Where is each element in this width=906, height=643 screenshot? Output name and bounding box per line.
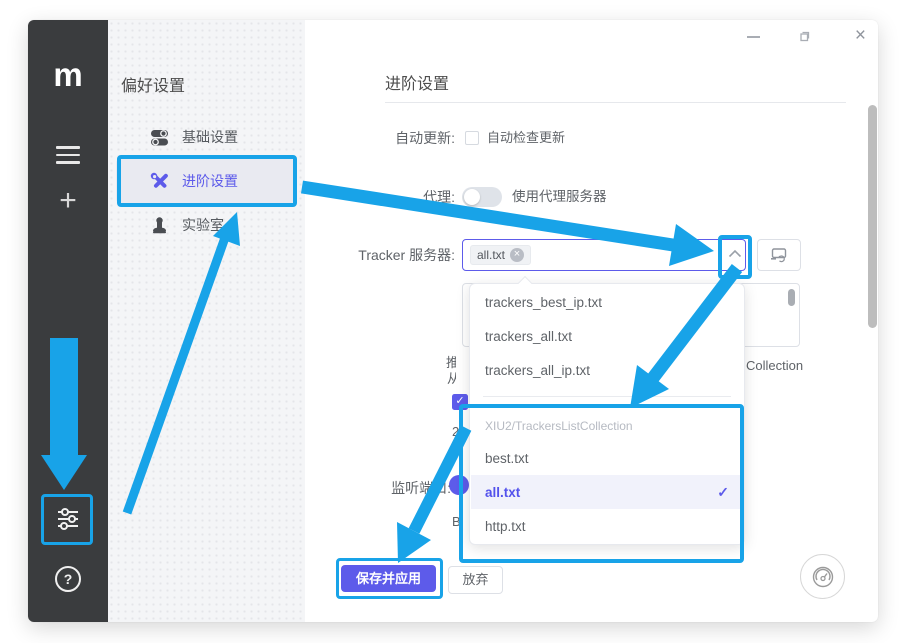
annotation-box-dropdown-group [459, 404, 744, 563]
textarea-scrollbar[interactable] [788, 289, 795, 306]
proxy-option-label: 使用代理服务器 [512, 189, 607, 205]
sidebar-item-label: 实验室 [182, 215, 224, 235]
window-controls: × [718, 20, 878, 66]
dropdown-divider [483, 396, 731, 397]
dropdown-item[interactable]: trackers_all_ip.txt [471, 353, 743, 387]
proxy-toggle[interactable] [462, 187, 502, 207]
auto-update-option-label: 自动检查更新 [487, 130, 565, 146]
stamp-icon [150, 216, 169, 235]
maximize-icon[interactable] [798, 29, 812, 43]
page-title: 进阶设置 [385, 70, 449, 94]
dropdown-item[interactable]: trackers_best_ip.txt [471, 285, 743, 319]
main-scrollbar[interactable] [868, 105, 877, 328]
tracker-label: Tracker 服务器: [305, 245, 455, 265]
speed-gauge-button[interactable] [800, 554, 845, 599]
app-window: m + ? 偏好设置 [28, 20, 878, 622]
preferences-title: 偏好设置 [121, 72, 185, 96]
close-icon[interactable]: × [855, 23, 866, 49]
title-divider [385, 102, 846, 103]
help-icon[interactable]: ? [28, 566, 108, 592]
listen-port-label: 监听端口: [305, 478, 451, 498]
discard-button[interactable]: 放弃 [448, 566, 503, 594]
help-text-fragment-2: 从 [447, 368, 456, 387]
dropdown-item-label: trackers_best_ip.txt [485, 295, 602, 310]
sync-tracker-button[interactable] [757, 239, 801, 271]
task-list-icon[interactable] [56, 146, 80, 164]
help-text-fragment-collection: Collection [746, 358, 803, 373]
tag-close-icon[interactable]: × [510, 248, 524, 262]
tracker-select-input[interactable]: all.txt × [462, 239, 746, 271]
dropdown-item[interactable]: trackers_all.txt [471, 319, 743, 353]
app-logo: m [28, 60, 108, 90]
annotation-box-save-button [336, 558, 443, 599]
dropdown-item-label: trackers_all_ip.txt [485, 363, 590, 378]
tag-label: all.txt [477, 248, 505, 262]
selected-tag: all.txt × [470, 245, 531, 265]
toggle-knob [464, 189, 480, 205]
sidebar-item-lab[interactable]: 实验室 [116, 203, 297, 247]
sidebar-item-basic-settings[interactable]: 基础设置 [116, 115, 297, 159]
preferences-panel: 偏好设置 基础设置 进阶设置 [108, 20, 305, 622]
annotation-box-advanced-settings [117, 155, 297, 207]
auto-update-checkbox[interactable] [465, 131, 479, 145]
toggles-icon [150, 128, 169, 147]
add-task-icon[interactable]: + [28, 186, 108, 216]
proxy-label: 代理: [305, 187, 455, 207]
speedometer-icon [810, 564, 836, 590]
dropdown-item-label: trackers_all.txt [485, 329, 572, 344]
annotation-box-settings-icon [41, 494, 93, 545]
auto-update-label: 自动更新: [305, 128, 455, 148]
minimize-icon[interactable] [747, 36, 760, 38]
screen: m + ? 偏好设置 [0, 0, 906, 643]
sync-icon [770, 247, 788, 263]
annotation-box-dropdown-caret [718, 235, 752, 279]
sidebar-item-label: 基础设置 [182, 127, 238, 147]
